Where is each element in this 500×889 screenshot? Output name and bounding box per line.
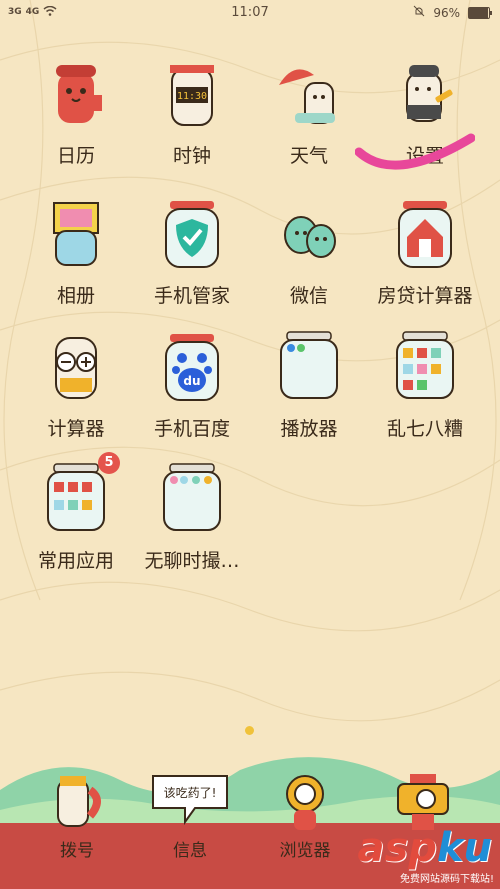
site-watermark-sub: 免费网站源码下载站! — [399, 874, 494, 885]
baidu-paw-icon: du — [152, 328, 232, 408]
folder-misc[interactable]: 乱七八糟 — [366, 328, 484, 441]
calendar-icon — [36, 55, 116, 135]
battery-percent: 96% — [433, 5, 460, 20]
app-label: 设置 — [405, 145, 444, 167]
folder-jar-icon — [385, 328, 465, 408]
status-bar: 3G 4G 11:07 96% — [0, 0, 500, 26]
app-label: 日历 — [56, 145, 95, 167]
app-label: 时钟 — [172, 145, 211, 167]
weather-umbrella-icon — [269, 55, 349, 135]
app-weather[interactable]: 天气 — [250, 55, 368, 168]
dock-label: 浏览器 — [279, 841, 331, 861]
app-phone-manager[interactable]: 手机管家 — [133, 195, 251, 308]
app-label: 微信 — [289, 285, 328, 307]
photo-album-icon — [36, 195, 116, 275]
folder-jar-icon: 5 — [36, 452, 120, 540]
app-settings[interactable]: 设置 — [366, 55, 484, 168]
app-album[interactable]: 相册 — [17, 195, 135, 308]
folder-player[interactable]: 播放器 — [250, 328, 368, 441]
app-label: 天气 — [289, 145, 328, 167]
mute-bell-icon — [413, 5, 425, 20]
app-label: 相册 — [56, 285, 95, 307]
dock-dialer[interactable]: 拨号 — [22, 770, 132, 861]
app-baidu[interactable]: du 手机百度 — [133, 328, 251, 441]
folder-jar-icon — [152, 460, 232, 540]
clock-digits: 11:30 — [177, 91, 207, 102]
house-jar-icon — [385, 195, 465, 275]
message-bubble-icon: 该吃药了! — [152, 770, 228, 832]
baidu-text: du — [183, 374, 200, 388]
wechat-bubbles-icon — [269, 195, 349, 275]
astronaut-browser-icon — [270, 770, 340, 832]
app-label: 播放器 — [280, 418, 338, 440]
page-indicator-dot[interactable] — [245, 726, 254, 735]
shield-check-icon — [152, 195, 232, 275]
phone-dialer-icon — [42, 770, 112, 832]
message-bubble-text: 该吃药了! — [164, 786, 217, 800]
camera-icon — [388, 770, 458, 832]
clock-icon: 11:30 — [152, 55, 232, 135]
app-label: 常用应用 — [37, 550, 114, 572]
app-mortgage-calculator[interactable]: 房贷计算器 — [366, 195, 484, 308]
dock-messages[interactable]: 该吃药了! 信息 — [135, 770, 245, 861]
dock-browser[interactable]: 浏览器 — [250, 770, 360, 861]
calculator-icon — [36, 328, 116, 408]
app-label: 房贷计算器 — [377, 285, 473, 307]
app-calendar[interactable]: 日历 — [17, 55, 135, 168]
folder-bored[interactable]: 无聊时撮… — [133, 460, 251, 573]
notification-badge: 5 — [98, 452, 120, 474]
app-label: 手机管家 — [153, 285, 230, 307]
app-label: 无聊时撮… — [144, 550, 240, 572]
folder-jar-icon — [269, 328, 349, 408]
app-label: 手机百度 — [153, 418, 230, 440]
site-watermark: aspku — [357, 825, 492, 871]
folder-common-apps[interactable]: 5 常用应用 — [17, 452, 135, 573]
battery-icon — [468, 6, 492, 19]
app-wechat[interactable]: 微信 — [250, 195, 368, 308]
dock-label: 信息 — [173, 841, 207, 861]
settings-wrench-icon — [385, 55, 465, 135]
app-label: 计算器 — [47, 418, 105, 440]
app-calculator[interactable]: 计算器 — [17, 328, 135, 441]
app-label: 乱七八糟 — [386, 418, 463, 440]
dock-label: 拨号 — [60, 841, 94, 861]
app-clock[interactable]: 11:30 时钟 — [133, 55, 251, 168]
